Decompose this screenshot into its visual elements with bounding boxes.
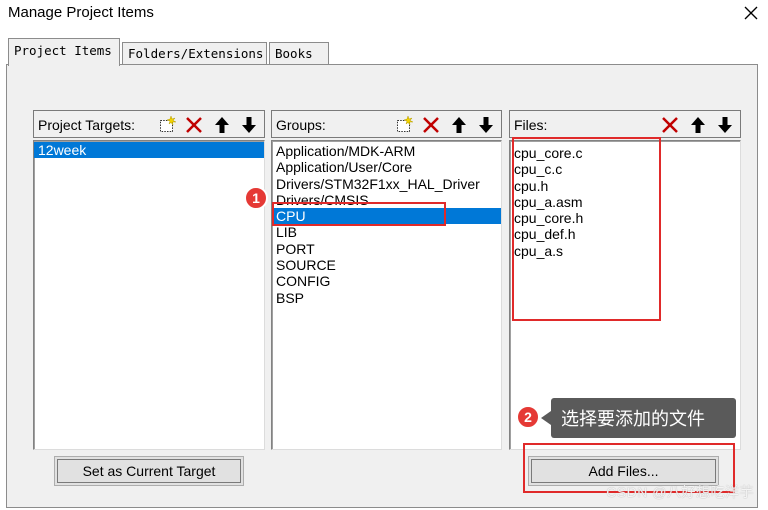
files-label: Files: (514, 117, 548, 133)
project-targets-label: Project Targets: (38, 117, 136, 133)
delete-x-icon (662, 117, 678, 133)
move-target-down-button[interactable] (238, 114, 260, 136)
new-item-icon (397, 115, 414, 132)
groups-list[interactable]: Application/MDK-ARM Application/User/Cor… (271, 140, 502, 450)
project-targets-group: Project Targets: 12week (33, 110, 265, 450)
step-badge-1: 1 (244, 186, 268, 210)
new-target-button[interactable] (156, 114, 178, 136)
move-file-down-button[interactable] (714, 114, 736, 136)
arrow-down-icon (479, 117, 493, 133)
tab-label: Project Items (14, 43, 112, 58)
arrow-down-icon (242, 117, 256, 133)
list-item[interactable]: cpu.h (510, 178, 740, 194)
button-label: Set as Current Target (57, 459, 241, 483)
arrow-up-icon (215, 117, 229, 133)
tab-label: Books (275, 46, 313, 61)
move-target-up-button[interactable] (211, 114, 233, 136)
groups-header: Groups: (271, 110, 502, 138)
list-item[interactable]: Application/MDK-ARM (272, 143, 501, 159)
arrow-up-icon (452, 117, 466, 133)
list-item[interactable]: cpu_c.c (510, 161, 740, 177)
list-item[interactable]: LIB (272, 224, 501, 240)
watermark: CSDN @八好想吃洋芋 (606, 484, 754, 500)
set-current-target-button[interactable]: Set as Current Target (54, 456, 244, 486)
list-item[interactable]: BSP (272, 290, 501, 306)
delete-x-icon (423, 117, 439, 133)
list-item[interactable]: Drivers/STM32F1xx_HAL_Driver (272, 176, 501, 192)
delete-x-icon (186, 117, 202, 133)
groups-group: Groups: Application/MDK-ARM Application/… (271, 110, 502, 450)
move-file-up-button[interactable] (687, 114, 709, 136)
list-item[interactable]: PORT (272, 241, 501, 257)
list-item[interactable]: cpu_a.s (510, 243, 740, 259)
list-item[interactable]: cpu_def.h (510, 226, 740, 242)
tab-label: Folders/Extensions (128, 46, 264, 61)
list-item[interactable]: Drivers/CMSIS (272, 192, 501, 208)
delete-target-button[interactable] (183, 114, 205, 136)
tab-folders-extensions[interactable]: Folders/Extensions (122, 42, 267, 64)
list-item[interactable]: cpu_a.asm (510, 194, 740, 210)
button-label: Add Files... (531, 459, 716, 483)
arrow-down-icon (718, 117, 732, 133)
arrow-up-icon (691, 117, 705, 133)
new-group-button[interactable] (393, 114, 415, 136)
files-header: Files: (509, 110, 741, 138)
step-badge-2: 2 (516, 405, 540, 429)
delete-group-button[interactable] (420, 114, 442, 136)
new-item-icon (160, 115, 177, 132)
tab-project-items[interactable]: Project Items (8, 38, 120, 68)
list-item[interactable]: CPU (272, 208, 501, 225)
move-group-down-button[interactable] (475, 114, 497, 136)
list-item[interactable]: 12week (34, 142, 264, 159)
project-targets-list[interactable]: 12week (33, 140, 265, 450)
tab-books[interactable]: Books (269, 42, 329, 64)
annotation-tooltip: 选择要添加的文件 (541, 398, 736, 438)
close-icon (744, 6, 758, 20)
groups-label: Groups: (276, 117, 326, 133)
list-item[interactable]: Application/User/Core (272, 159, 501, 175)
title-bar: Manage Project Items (0, 0, 768, 28)
list-item[interactable]: cpu_core.c (510, 145, 740, 161)
close-button[interactable] (740, 2, 762, 24)
move-group-up-button[interactable] (448, 114, 470, 136)
window-title: Manage Project Items (8, 4, 154, 21)
list-item[interactable]: SOURCE (272, 257, 501, 273)
delete-file-button[interactable] (659, 114, 681, 136)
list-item[interactable]: CONFIG (272, 273, 501, 289)
list-item[interactable]: cpu_core.h (510, 210, 740, 226)
project-targets-header: Project Targets: (33, 110, 265, 138)
